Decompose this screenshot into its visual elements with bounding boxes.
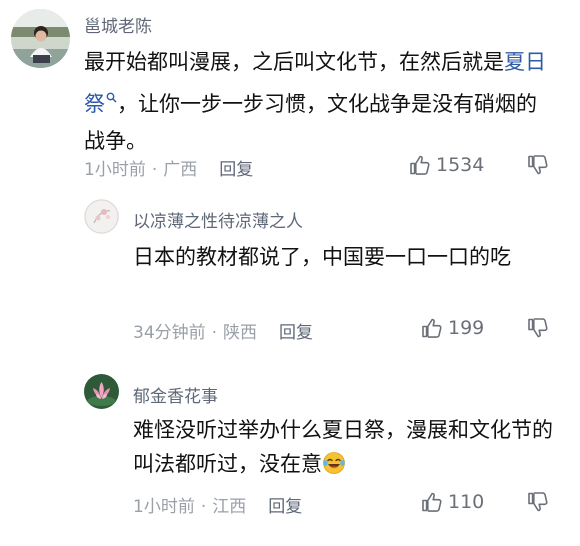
username[interactable]: 以凉薄之性待凉薄之人 <box>133 207 303 232</box>
flower-sketch-avatar-icon <box>84 199 119 234</box>
thumbs-up-icon <box>422 318 442 338</box>
person-photo-avatar-icon <box>11 9 70 68</box>
timestamp: 34分钟前 <box>133 323 206 343</box>
username[interactable]: 郁金香花事 <box>133 382 218 407</box>
reply-button[interactable]: 回复 <box>219 160 253 180</box>
thumbs-down-icon <box>528 318 548 338</box>
username[interactable]: 邕城老陈 <box>84 12 152 37</box>
comment-meta: 1小时前 · 江西 回复 <box>133 492 302 517</box>
thumbs-down-icon <box>528 492 548 512</box>
location: 江西 <box>212 497 247 517</box>
user-avatar[interactable] <box>11 9 70 68</box>
like-button[interactable]: 199 <box>420 316 484 340</box>
user-avatar[interactable] <box>84 199 119 234</box>
separator-dot: · <box>211 323 218 343</box>
thumbs-down-icon <box>528 155 548 175</box>
comment-text-part: ，让你一步一步习惯，文化战争是没有硝烟的战争。 <box>84 92 537 153</box>
user-avatar[interactable] <box>84 374 119 409</box>
like-count: 110 <box>448 491 485 513</box>
search-icon <box>106 92 117 106</box>
dislike-button[interactable] <box>526 490 550 514</box>
reply-button[interactable]: 回复 <box>268 497 302 517</box>
thumbs-up-icon <box>422 492 442 512</box>
like-count: 199 <box>448 317 485 339</box>
like-count: 1534 <box>436 154 485 176</box>
lotus-avatar-icon <box>84 374 119 409</box>
like-button[interactable]: 110 <box>420 490 484 514</box>
reply-button[interactable]: 回复 <box>279 323 313 343</box>
thumbs-up-icon <box>410 155 430 175</box>
comment-meta: 1小时前 · 广西 回复 <box>84 155 253 180</box>
location: 广西 <box>163 160 198 180</box>
location: 陕西 <box>223 323 258 343</box>
comment-text: 日本的教材都说了，中国要一口一口的吃 <box>133 245 511 269</box>
separator-dot: · <box>151 160 158 180</box>
dislike-button[interactable] <box>526 153 550 177</box>
dislike-button[interactable] <box>526 316 550 340</box>
comment-text-part: 最开始都叫漫展，之后叫文化节，在然后就是 <box>84 50 504 74</box>
separator-dot: · <box>200 497 207 517</box>
timestamp: 1小时前 <box>133 497 195 517</box>
laughing-tears-emoji-icon <box>322 451 346 485</box>
comment-meta: 34分钟前 · 陕西 回复 <box>133 318 313 343</box>
like-button[interactable]: 1534 <box>408 153 484 177</box>
timestamp: 1小时前 <box>84 160 146 180</box>
comment-text: 最开始都叫漫展，之后叫文化节，在然后就是夏日祭 ，让你一步一步习惯，文化战争是没有… <box>84 44 554 160</box>
comment-text: 难怪没听过举办什么夏日祭，漫展和文化节的叫法都听过，没在意 <box>133 413 558 485</box>
